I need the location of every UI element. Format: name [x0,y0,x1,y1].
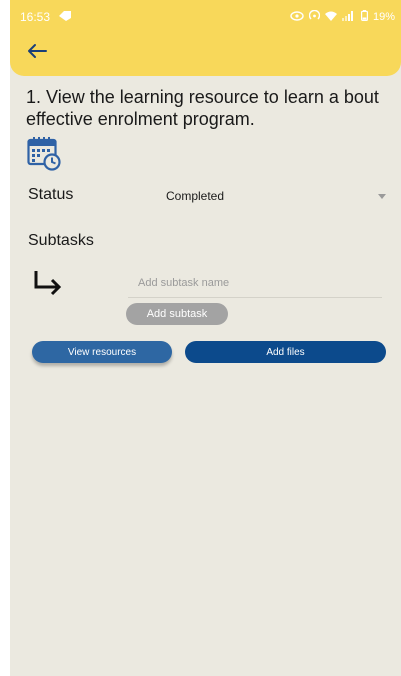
task-title: 1. View the learning resource to learn a… [26,87,379,129]
app-bar: 16:53 19% [10,0,401,76]
add-files-button[interactable]: Add files [185,341,386,363]
view-resources-button[interactable]: View resources [32,341,172,363]
calendar-clock-icon [27,136,61,172]
hotspot-icon [308,9,321,24]
back-button[interactable] [24,40,50,66]
subdirectory-arrow-icon [32,269,66,297]
status-bar: 16:53 19% [10,0,401,34]
tag-icon [58,10,72,25]
eye-icon [290,10,304,24]
subtask-name-input[interactable] [128,268,382,298]
chevron-down-icon [378,193,386,199]
wifi-icon [324,11,337,24]
status-bar-right: 19% [290,9,395,24]
status-bar-left: 16:53 [20,10,72,25]
status-label: Status [28,186,74,203]
task-detail-screen: 16:53 19% 1. View the learning resource … [10,0,401,676]
subtasks-label: Subtasks [28,232,94,249]
add-subtask-button[interactable]: Add subtask [126,303,228,325]
status-value: Completed [166,189,225,203]
battery-icon [360,10,368,24]
signal-icon [341,10,356,24]
arrow-left-icon [27,43,47,64]
status-dropdown[interactable]: Completed [166,184,386,208]
battery-percent: 19% [372,11,395,23]
status-time: 16:53 [20,10,51,24]
